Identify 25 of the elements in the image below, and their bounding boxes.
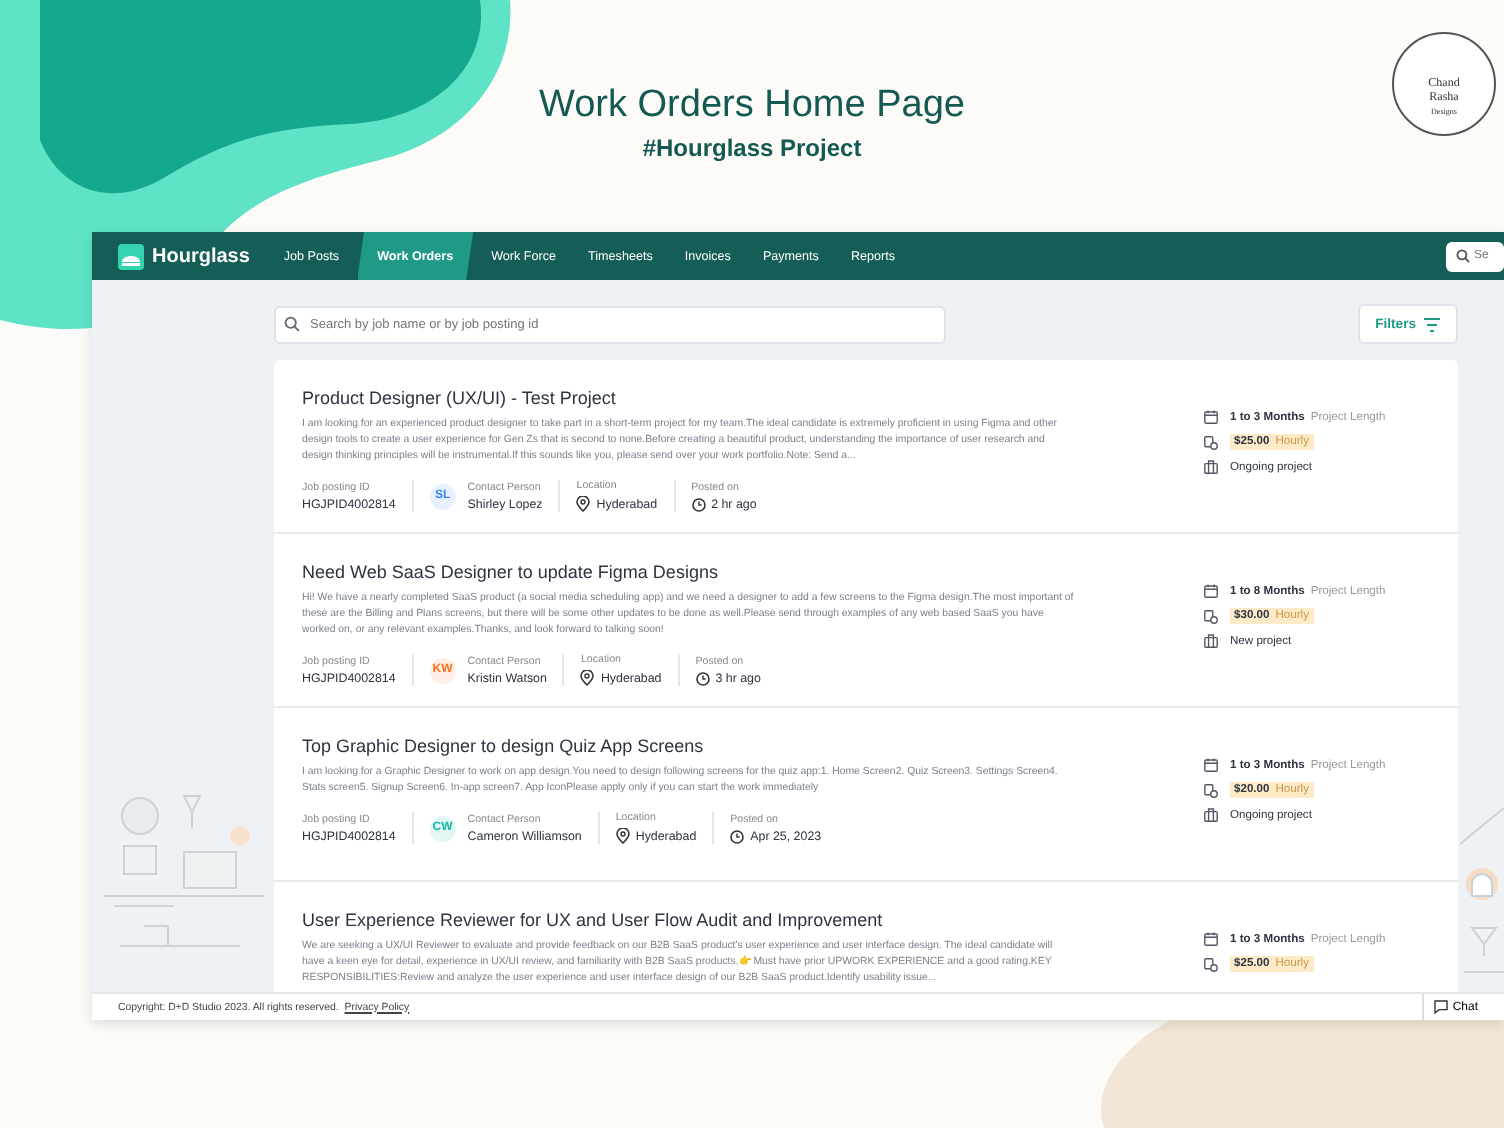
hourglass-logo-icon xyxy=(118,243,144,269)
briefcase-icon xyxy=(1204,808,1218,822)
clock-icon xyxy=(695,671,710,685)
calendar-icon xyxy=(1204,410,1218,424)
job-title: User Experience Reviewer for UX and User Flow Audit and Improvement xyxy=(302,908,885,932)
location-pin-icon xyxy=(615,828,630,844)
page-title: Work Orders Home Page xyxy=(539,84,965,128)
search-icon xyxy=(284,316,300,332)
page-subtitle: #Hourglass Project xyxy=(642,134,862,162)
calendar-icon xyxy=(1204,584,1218,598)
brand-name: Hourglass xyxy=(152,245,250,267)
briefcase-icon xyxy=(1204,460,1218,474)
chat-bubble-icon xyxy=(1434,1000,1449,1014)
location-pin-icon xyxy=(580,670,595,686)
clock-icon xyxy=(730,829,745,843)
clock-icon xyxy=(691,497,706,511)
briefcase-icon xyxy=(1204,634,1218,648)
location-pin-icon xyxy=(576,496,591,512)
job-title: Top Graphic Designer to design Quiz App Screens xyxy=(302,734,706,758)
calendar-icon xyxy=(1204,758,1218,772)
filter-icon xyxy=(1424,317,1440,331)
job-title: Product Designer (UX/UI) - Test Project xyxy=(302,386,618,410)
calendar-icon xyxy=(1204,932,1218,946)
job-title: Need Web SaaS Designer to update Figma Designs xyxy=(302,560,720,584)
search-icon xyxy=(1456,249,1470,263)
